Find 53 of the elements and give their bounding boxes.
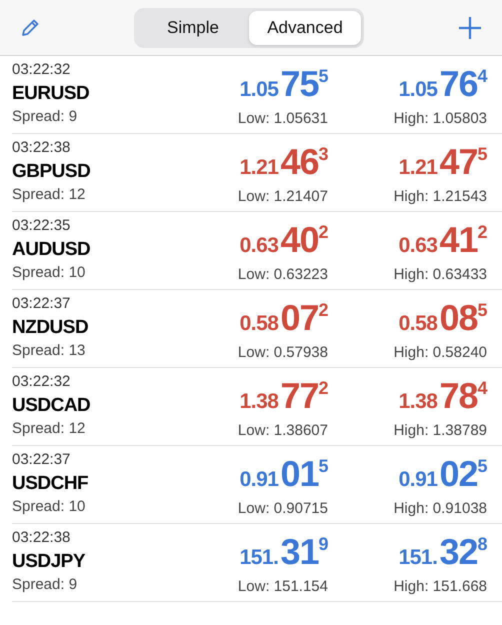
low-label: Low: 1.38607 (238, 421, 328, 441)
quote-time: 03:22:37 (12, 295, 72, 313)
spread-label: Spread: 13 (12, 341, 86, 361)
add-icon[interactable] (458, 16, 482, 40)
high-label: High: 1.05803 (394, 109, 487, 129)
spread-label: Spread: 10 (12, 497, 86, 517)
symbol-name: USDCAD (12, 394, 92, 418)
ask-price: 0.6341$^{2}$ (398, 218, 487, 262)
high-label: High: 0.58240 (394, 343, 487, 363)
quote-time: 03:22:32 (12, 61, 72, 79)
quote-time: 03:22:35 (12, 217, 72, 235)
bid-price: 151.31$^{9}$ (240, 530, 328, 574)
high-label: High: 1.21543 (394, 187, 487, 207)
bid-price: 1.0575$^{5}$ (240, 62, 328, 106)
ask-price: 1.0576$^{4}$ (398, 62, 487, 106)
quote-time: 03:22:38 (12, 529, 72, 547)
spread-label: Spread: 12 (12, 419, 86, 439)
quote-time: 03:22:38 (12, 139, 72, 157)
bid-price: 1.3877$^{2}$ (240, 374, 328, 418)
symbol-name: GBPUSD (12, 160, 92, 184)
ask-price: 1.3878$^{4}$ (398, 374, 487, 418)
segment-tab[interactable]: Simple (137, 10, 249, 44)
spread-label: Spread: 9 (12, 575, 78, 595)
bid-price: 0.5807$^{2}$ (240, 296, 328, 340)
symbol-name: NZDUSD (12, 316, 90, 340)
low-label: Low: 0.63223 (238, 265, 328, 285)
high-label: High: 151.668 (394, 577, 487, 597)
symbol-name: USDJPY (12, 550, 86, 574)
bid-price: 0.9101$^{5}$ (240, 452, 328, 496)
ask-price: 0.9102$^{5}$ (398, 452, 487, 496)
spread-label: Spread: 9 (12, 107, 78, 127)
symbol-name: EURUSD (12, 82, 90, 106)
bid-price: 0.6340$^{2}$ (240, 218, 328, 262)
ask-price: 0.5808$^{5}$ (398, 296, 487, 340)
spread-label: Spread: 12 (12, 185, 86, 205)
low-label: Low: 1.21407 (238, 187, 328, 207)
quote-time: 03:22:32 (12, 373, 72, 391)
segment-tab[interactable]: Advanced (249, 10, 361, 44)
spread-label: Spread: 10 (12, 263, 86, 283)
edit-icon[interactable] (20, 18, 40, 38)
low-label: Low: 151.154 (238, 577, 328, 597)
low-label: Low: 0.57938 (238, 343, 328, 363)
quote-time: 03:22:37 (12, 451, 72, 469)
symbol-name: AUDUSD (12, 238, 92, 262)
bid-price: 1.2146$^{3}$ (240, 140, 328, 184)
high-label: High: 0.91038 (394, 499, 487, 519)
low-label: Low: 1.05631 (238, 109, 328, 129)
symbol-name: USDCHF (12, 472, 90, 496)
ask-price: 151.32$^{8}$ (398, 530, 487, 574)
low-label: Low: 0.90715 (238, 499, 328, 519)
high-label: High: 0.63433 (394, 265, 487, 285)
high-label: High: 1.38789 (394, 421, 487, 441)
ask-price: 1.2147$^{5}$ (398, 140, 487, 184)
